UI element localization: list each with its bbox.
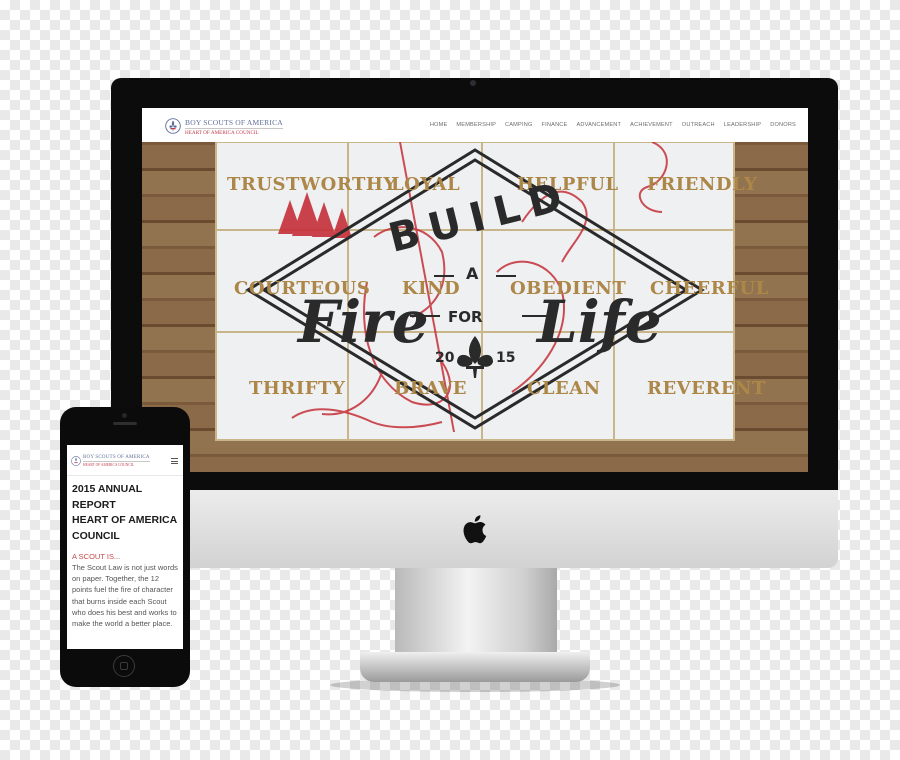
law-brave: BRAVE [394, 378, 468, 399]
law-thrifty: THRIFTY [249, 378, 346, 399]
iphone: BOY SCOUTS OF AMERICA HEART OF AMERICA C… [60, 407, 190, 687]
earpiece-speaker [113, 422, 137, 425]
monitor-foot [360, 652, 590, 682]
nav-outreach[interactable]: OUTREACH [682, 122, 715, 128]
monitor-chin [111, 490, 838, 568]
phone-screen: BOY SCOUTS OF AMERICA HEART OF AMERICA C… [67, 445, 183, 649]
fleur-de-lis-icon[interactable] [165, 118, 181, 134]
fleur-de-lis-icon[interactable] [71, 456, 81, 466]
main-nav: HOME MEMBERSHIP CAMPING FINANCE ADVANCEM… [430, 122, 796, 128]
imac-monitor: BOY SCOUTS OF AMERICA HEART OF AMERICA C… [111, 78, 838, 568]
title-line: COUNCIL [72, 529, 120, 542]
nav-leadership[interactable]: LEADERSHIP [724, 122, 761, 128]
desktop-screen: BOY SCOUTS OF AMERICA HEART OF AMERICA C… [142, 108, 808, 472]
nav-donors[interactable]: DONORS [770, 122, 796, 128]
apple-logo-icon [463, 515, 487, 544]
hamburger-menu-icon[interactable] [171, 458, 178, 466]
title-line: REPORT [72, 498, 116, 511]
site-logo[interactable]: BOY SCOUTS OF AMERICA HEART OF AMERICA C… [185, 118, 283, 136]
monitor-bezel: BOY SCOUTS OF AMERICA HEART OF AMERICA C… [111, 78, 838, 490]
report-title: 2015 ANNUAL REPORT HEART OF AMERICA COUN… [72, 482, 180, 544]
monitor-stand [395, 568, 557, 654]
nav-advancement[interactable]: ADVANCEMENT [576, 122, 621, 128]
law-loyal: LOYAL [391, 174, 461, 195]
home-button[interactable] [113, 655, 135, 677]
law-friendly: FRIENDLY [647, 174, 758, 195]
fire-text: Fire [298, 288, 429, 356]
mobile-header: BOY SCOUTS OF AMERICA HEART OF AMERICA C… [67, 445, 183, 476]
mobile-logo[interactable]: BOY SCOUTS OF AMERICA HEART OF AMERICA C… [83, 455, 150, 467]
section-body: The Scout Law is not just words on paper… [72, 563, 178, 629]
mobile-brand-name: BOY SCOUTS OF AMERICA [83, 455, 150, 460]
a-text: A [466, 264, 479, 283]
hero-image: TRUSTWORTHY LOYAL HELPFUL FRIENDLY COURT… [142, 142, 808, 472]
front-camera [122, 413, 127, 418]
brand-name: BOY SCOUTS OF AMERICA [185, 118, 283, 127]
law-reverent: REVERENT [647, 378, 766, 399]
title-line: 2015 ANNUAL [72, 483, 143, 495]
year-right: 15 [496, 350, 516, 366]
mobile-council-name: HEART OF AMERICA COUNCIL [83, 461, 150, 467]
nav-home[interactable]: HOME [430, 122, 448, 128]
life-text: Life [537, 288, 662, 356]
webcam [470, 80, 476, 86]
law-clean: CLEAN [527, 378, 601, 399]
title-line: HEART OF AMERICA [72, 514, 178, 526]
nav-camping[interactable]: CAMPING [505, 122, 533, 128]
nav-finance[interactable]: FINANCE [542, 122, 568, 128]
council-name: HEART OF AMERICA COUNCIL [185, 128, 283, 136]
nav-achievement[interactable]: ACHIEVEMENT [630, 122, 673, 128]
year-left: 20 [435, 350, 455, 366]
section-subheading: A SCOUT IS... [72, 552, 121, 561]
nav-membership[interactable]: MEMBERSHIP [456, 122, 496, 128]
law-cheerful: CHEERFUL [650, 278, 769, 299]
for-text: FOR [448, 308, 483, 326]
site-header: BOY SCOUTS OF AMERICA HEART OF AMERICA C… [142, 108, 808, 142]
law-trustworthy: TRUSTWORTHY [227, 174, 397, 195]
